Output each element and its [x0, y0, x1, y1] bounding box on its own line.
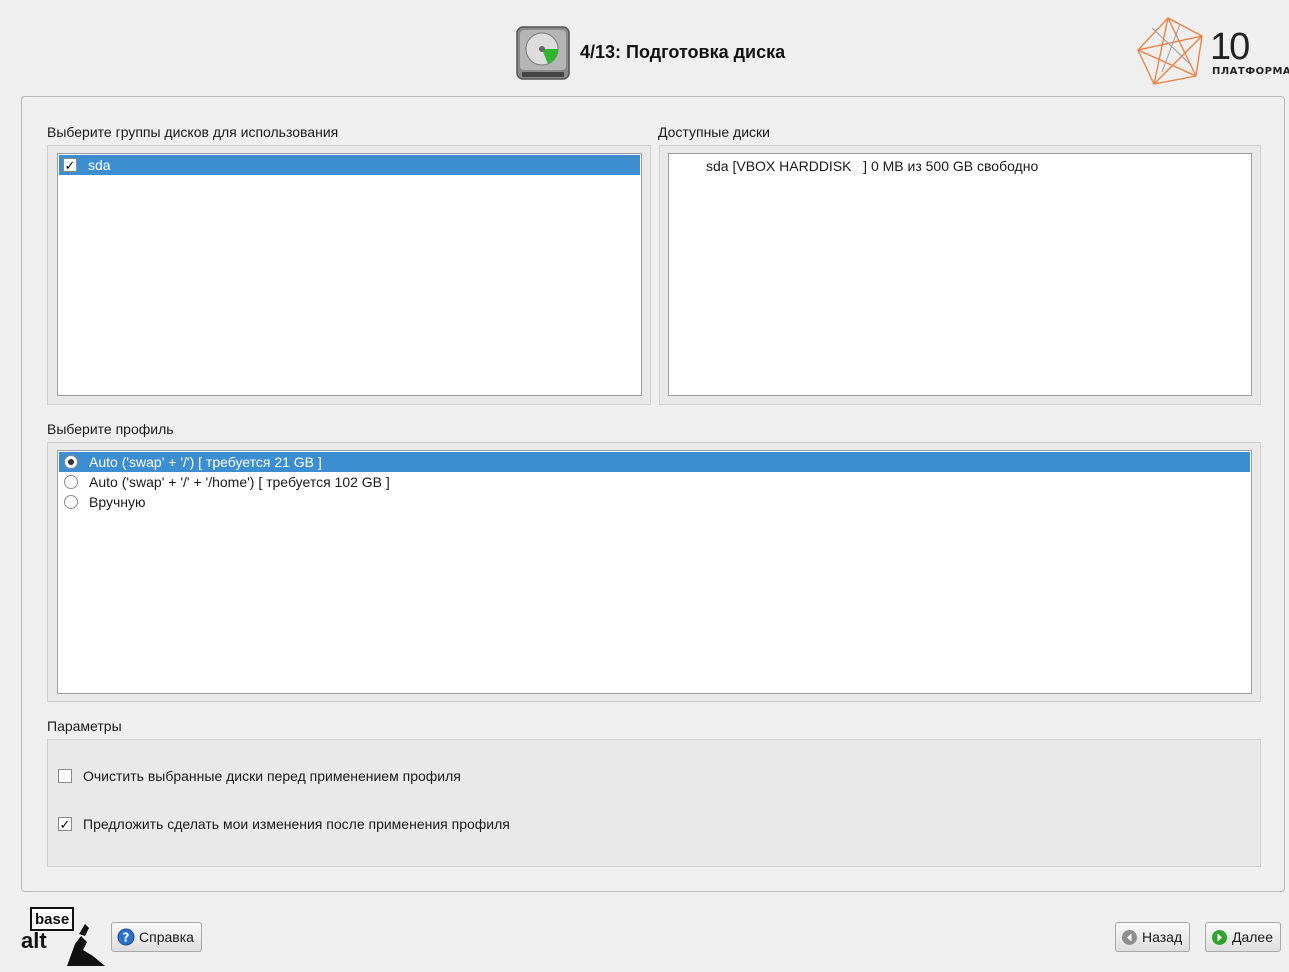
parameters-label: Параметры	[47, 718, 122, 734]
clear-disks-checkbox[interactable]	[58, 769, 72, 783]
profile-option-auto-home[interactable]: Auto ('swap' + '/' + '/home') [ требуетс…	[59, 472, 1250, 492]
profile-radio[interactable]	[64, 475, 78, 489]
available-disks-label: Доступные диски	[658, 124, 770, 140]
disk-group-checkbox[interactable]: ✓	[63, 158, 77, 172]
logo-bottom-text: alt	[21, 928, 47, 953]
page-title: 4/13: Подготовка диска	[580, 42, 786, 62]
disk-group-item-sda[interactable]: ✓ sda	[59, 155, 640, 175]
clear-disks-label: Очистить выбранные диски перед применени…	[83, 768, 461, 784]
help-icon: ?	[117, 928, 135, 946]
brand-number: 10	[1210, 26, 1250, 68]
disk-group-name: sda	[88, 157, 111, 173]
arrow-left-icon	[1122, 929, 1137, 945]
profile-radio[interactable]	[64, 495, 78, 509]
polyhedron-logo-icon	[1137, 17, 1203, 85]
profile-label: Выберите профиль	[47, 421, 174, 437]
arrow-right-icon	[1212, 929, 1227, 945]
available-disks-list[interactable]: sda [VBOX HARDDISK ] 0 MB из 500 GB своб…	[668, 153, 1252, 396]
profile-option-manual[interactable]: Вручную	[59, 492, 1250, 512]
disk-groups-label: Выберите группы дисков для использования	[47, 124, 339, 140]
profile-option-label: Auto ('swap' + '/') [ требуется 21 GB ]	[89, 454, 322, 470]
profile-option-label: Вручную	[89, 494, 146, 510]
help-button[interactable]: ? Справка	[111, 922, 202, 952]
suggest-changes-label: Предложить сделать мои изменения после п…	[83, 816, 510, 832]
parameters-groupbox	[47, 739, 1261, 867]
basealt-logo-icon: base alt	[21, 907, 105, 966]
disk-groups-list[interactable]: ✓ sda	[57, 153, 642, 396]
back-button[interactable]: Назад	[1115, 922, 1191, 952]
suggest-changes-checkbox[interactable]: ✓	[58, 817, 72, 831]
help-button-label: Справка	[139, 929, 194, 945]
hard-disk-icon	[516, 26, 570, 80]
back-button-label: Назад	[1142, 929, 1183, 945]
available-disk-text: sda [VBOX HARDDISK ] 0 MB из 500 GB своб…	[706, 158, 1039, 174]
logo-top-text: base	[35, 911, 69, 928]
next-button[interactable]: Далее	[1205, 922, 1282, 952]
profile-radio[interactable]	[64, 455, 78, 469]
profile-list[interactable]: Auto ('swap' + '/') [ требуется 21 GB ] …	[57, 450, 1252, 694]
profile-option-label: Auto ('swap' + '/' + '/home') [ требуетс…	[89, 474, 390, 490]
option-clear-disks[interactable]: Очистить выбранные диски перед применени…	[58, 768, 461, 784]
installer-header: 4/13: Подготовка диска 10 ПЛАТФОРМА	[0, 0, 1289, 96]
brand-subtitle: ПЛАТФОРМА	[1212, 66, 1289, 77]
option-suggest-changes[interactable]: ✓ Предложить сделать мои изменения после…	[58, 816, 510, 832]
next-button-label: Далее	[1232, 929, 1274, 945]
available-disk-item[interactable]: sda [VBOX HARDDISK ] 0 MB из 500 GB своб…	[670, 156, 1250, 176]
svg-text:?: ?	[123, 931, 130, 945]
brand-logo: 10 ПЛАТФОРМА	[1132, 14, 1289, 88]
profile-option-auto-root[interactable]: Auto ('swap' + '/') [ требуется 21 GB ]	[59, 452, 1250, 472]
